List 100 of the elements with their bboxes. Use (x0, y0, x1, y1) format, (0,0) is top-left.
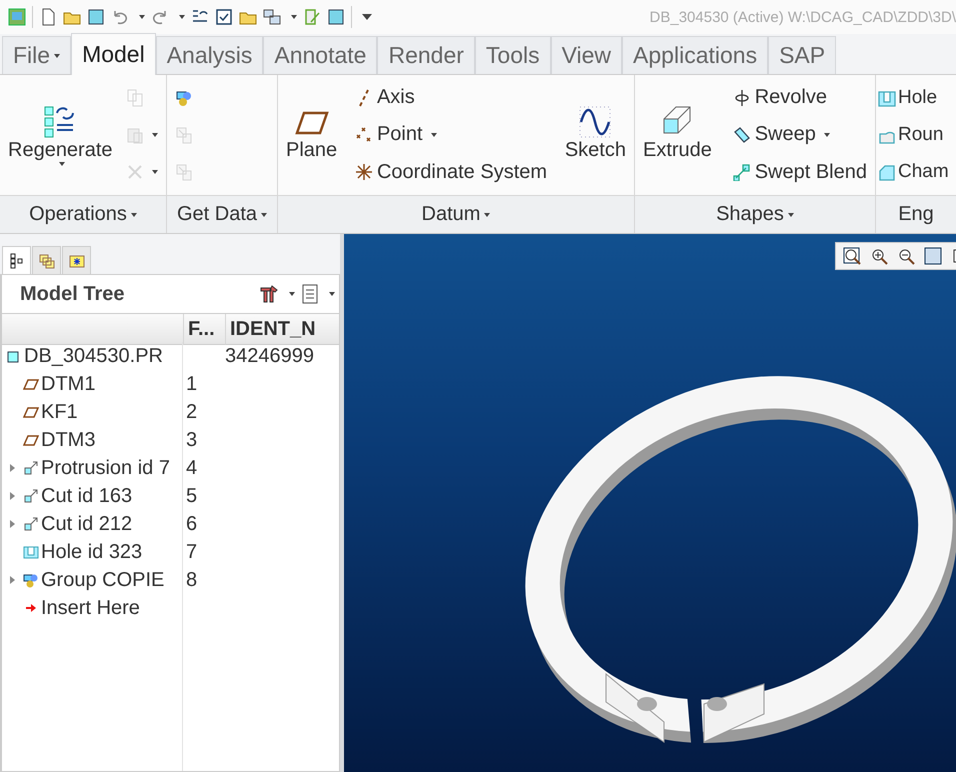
feature-number: 6 (186, 512, 198, 536)
window-check-icon[interactable] (215, 8, 233, 26)
view-icon[interactable] (923, 246, 943, 266)
caret-icon (824, 132, 830, 137)
cross-icon (126, 163, 144, 182)
cube-arrow-icon (23, 488, 39, 504)
ident-number: 34246999 (225, 344, 314, 368)
revolve-icon (732, 88, 751, 107)
ribbon-tab[interactable]: Applications (622, 36, 768, 74)
import-icon (175, 163, 193, 182)
feature-number: 5 (186, 484, 198, 508)
tree-item[interactable]: KF1 (6, 400, 78, 424)
column-header[interactable]: IDENT_N (225, 314, 339, 345)
expand-arrow-icon[interactable] (10, 492, 15, 500)
group-label[interactable]: Shapes (635, 195, 875, 233)
caret-icon[interactable] (179, 15, 185, 19)
tree-item[interactable]: Group COPIE (6, 568, 164, 592)
tree-item[interactable]: DTM3 (6, 428, 96, 452)
tools-icon[interactable] (259, 284, 279, 304)
group-label[interactable]: Eng (876, 195, 956, 233)
group-label[interactable]: Datum (278, 195, 634, 233)
command-button[interactable]: Coordinate System (352, 158, 550, 186)
hole-icon (878, 88, 896, 107)
caret-icon[interactable] (289, 292, 295, 296)
tree-icon[interactable] (2, 246, 31, 274)
command-button[interactable]: Hole (878, 84, 949, 111)
ribbon-tab[interactable]: File (2, 36, 72, 74)
tree-item[interactable]: DTM1 (6, 372, 96, 396)
column-header[interactable]: F... (183, 314, 225, 345)
tree-item[interactable]: Cut id 212 (6, 512, 132, 536)
command-button[interactable]: Sweep (730, 121, 869, 148)
cube-arrow-icon (23, 516, 39, 532)
ribbon-tab[interactable]: SAP (768, 36, 836, 74)
feature-number: 4 (186, 456, 198, 480)
zoom-fit-icon[interactable] (842, 246, 862, 266)
panel-title: Model Tree (20, 282, 124, 306)
command-button[interactable]: Axis (352, 84, 550, 112)
ribbon-tab[interactable]: Model (71, 33, 156, 75)
tree-item[interactable]: Insert Here (6, 596, 140, 620)
window-title: DB_304530 (Active) W:\DCAG_CAD\ZDD\3D\ (648, 8, 956, 26)
command-button[interactable]: Regenerate (6, 102, 115, 168)
hole-icon (23, 544, 39, 560)
caret-icon (54, 54, 60, 58)
caret-icon (261, 212, 268, 217)
feature-number: 3 (186, 428, 198, 452)
ribbon-tab[interactable]: Annotate (263, 36, 378, 74)
expand-arrow-icon[interactable] (10, 576, 15, 584)
caret-icon[interactable] (139, 15, 145, 19)
ribbon-tab[interactable]: Render (377, 36, 475, 74)
feature-number: 7 (186, 540, 198, 564)
command-button[interactable]: Swept Blend (730, 158, 869, 186)
cube-arrow-icon (23, 460, 39, 476)
sweep-icon (732, 126, 751, 144)
points-icon (354, 126, 373, 144)
caret-icon[interactable] (291, 15, 297, 19)
caret-icon (152, 132, 158, 137)
caret-icon (484, 212, 490, 217)
customize-caret-icon[interactable] (362, 14, 372, 20)
tree-item[interactable]: Cut id 163 (6, 484, 132, 508)
blend-icon (732, 163, 751, 182)
group-icon (23, 572, 39, 588)
group-icon (175, 88, 193, 107)
expand-arrow-icon[interactable] (10, 520, 15, 528)
caret-icon (130, 212, 137, 217)
feature-number: 1 (186, 372, 198, 396)
ribbon-tab[interactable]: Analysis (156, 36, 264, 74)
favorites-folder-icon[interactable] (62, 246, 91, 274)
group-label[interactable]: Get Data (167, 195, 277, 233)
command-button[interactable]: Revolve (730, 84, 869, 112)
windows-icon[interactable] (263, 8, 281, 26)
chamfer-icon (878, 163, 896, 182)
expand-arrow-icon[interactable] (10, 464, 15, 472)
caret-icon (59, 162, 66, 166)
caret-icon (152, 170, 158, 174)
caret-icon (788, 212, 794, 217)
tree-item[interactable]: DB_304530.PR (6, 344, 163, 368)
asterisk-icon (354, 163, 373, 182)
tree-item[interactable]: Hole id 323 (6, 540, 142, 564)
pages-icon (126, 88, 144, 107)
ribbon-tab[interactable]: View (550, 36, 622, 74)
3d-viewport[interactable] (344, 234, 956, 772)
import-icon (175, 126, 193, 144)
command-button[interactable]: Point (352, 121, 550, 148)
clipboard-icon (126, 126, 144, 144)
command-button[interactable]: Sketch (562, 102, 628, 168)
feature-number: 2 (186, 400, 198, 424)
command-button[interactable]: Roun (878, 122, 949, 148)
caret-icon[interactable] (329, 292, 335, 296)
caret-icon (430, 132, 437, 137)
command-button[interactable]: Extrude (641, 102, 714, 168)
redo-icon[interactable] (151, 8, 169, 26)
feature-number: 8 (186, 568, 198, 592)
tree-item[interactable]: Protrusion id 7 (6, 456, 170, 480)
group-label[interactable]: Operations (0, 195, 166, 233)
command-button[interactable]: Plane (284, 102, 340, 168)
command-button[interactable]: Cham (878, 159, 949, 186)
ribbon-tab[interactable]: Tools (474, 36, 551, 74)
wave-icon (578, 104, 612, 138)
pencil-icon[interactable] (303, 8, 321, 26)
list-icon[interactable] (301, 284, 319, 304)
